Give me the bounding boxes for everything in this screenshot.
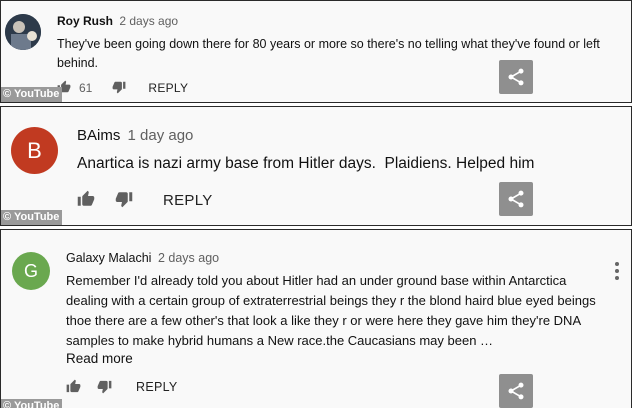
share-button[interactable]	[499, 60, 533, 94]
reply-button[interactable]: REPLY	[136, 380, 178, 394]
comment-time[interactable]: 2 days ago	[119, 14, 178, 28]
avatar[interactable]: B	[11, 127, 58, 174]
comment-header: Galaxy Malachi 2 days ago	[66, 251, 219, 265]
author-name[interactable]: Roy Rush	[57, 14, 113, 28]
author-name[interactable]: Galaxy Malachi	[66, 251, 151, 265]
reply-button[interactable]: REPLY	[148, 81, 188, 95]
comment-card-1: Roy Rush 2 days ago They've been going d…	[0, 0, 632, 103]
share-button[interactable]	[499, 182, 533, 216]
avatar[interactable]: G	[12, 252, 50, 290]
comment-actions: 61 REPLY	[57, 80, 188, 96]
share-button[interactable]	[499, 374, 533, 408]
comment-text: They've been going down there for 80 yea…	[57, 37, 600, 70]
author-name[interactable]: BAims	[77, 127, 120, 144]
thumbs-up-icon[interactable]	[66, 379, 82, 395]
comment-text: Anartica is nazi army base from Hitler d…	[77, 155, 535, 172]
like-count: 61	[79, 81, 93, 95]
more-vert-icon[interactable]	[615, 262, 619, 280]
thumbs-down-icon[interactable]	[112, 80, 128, 96]
youtube-watermark: © YouTube	[1, 210, 63, 225]
comment-time[interactable]: 2 days ago	[158, 251, 219, 265]
comment-card-3: G Galaxy Malachi 2 days ago Remember I'd…	[0, 229, 632, 408]
share-icon	[508, 382, 524, 400]
avatar[interactable]	[5, 14, 41, 50]
read-more-link[interactable]: Read more	[66, 351, 133, 366]
comment-header: Roy Rush 2 days ago	[57, 14, 178, 28]
comment-header: BAims 1 day ago	[77, 127, 193, 144]
comment-actions: REPLY	[77, 190, 213, 210]
share-icon	[508, 68, 524, 86]
avatar-photo	[5, 14, 41, 50]
comment-time[interactable]: 1 day ago	[128, 127, 194, 144]
avatar-letter: B	[27, 137, 42, 163]
youtube-watermark: © YouTube	[1, 399, 63, 408]
youtube-watermark: © YouTube	[1, 87, 63, 102]
thumbs-up-icon[interactable]	[77, 190, 97, 210]
comment-text: Remember I'd already told you about Hitl…	[66, 273, 596, 348]
comment-actions: REPLY	[66, 379, 178, 395]
avatar-letter: G	[23, 260, 38, 281]
reply-button[interactable]: REPLY	[163, 192, 213, 209]
thumbs-down-icon[interactable]	[97, 379, 113, 395]
comment-card-2: B BAims 1 day ago Anartica is nazi army …	[0, 106, 632, 226]
share-icon	[508, 190, 524, 208]
thumbs-down-icon[interactable]	[115, 190, 135, 210]
